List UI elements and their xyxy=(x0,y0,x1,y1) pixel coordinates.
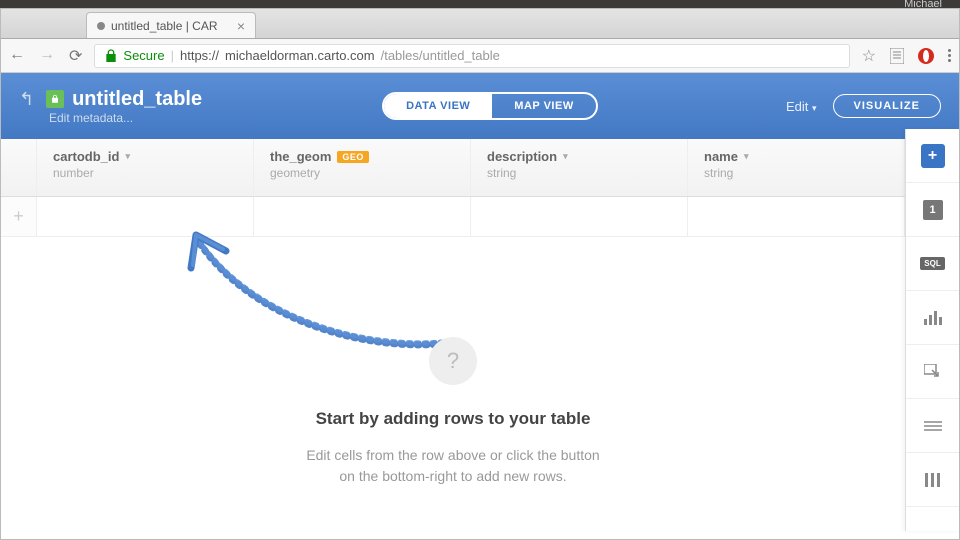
add-row-button[interactable]: + xyxy=(1,197,37,236)
column-header[interactable]: description▾ string xyxy=(471,139,688,196)
desktop-menubar: Michael xyxy=(0,0,960,8)
legends-button[interactable] xyxy=(906,399,959,453)
addr-bar-right: ☆ xyxy=(862,46,951,66)
map-view-button[interactable]: MAP VIEW xyxy=(492,94,595,118)
url-scheme: https:// xyxy=(180,48,219,63)
close-tab-icon[interactable]: × xyxy=(237,18,245,34)
browser-window: untitled_table | CAR × ← → ⟳ Secure | ht… xyxy=(0,8,960,540)
table-cell[interactable] xyxy=(688,197,905,236)
row-gutter xyxy=(1,139,37,196)
browser-menu-icon[interactable] xyxy=(948,49,951,62)
view-toggle: DATA VIEW MAP VIEW xyxy=(382,92,598,120)
infowindow-button[interactable] xyxy=(906,345,959,399)
column-headers: cartodb_id▾ number the_geomGEO geometry … xyxy=(1,139,905,197)
filters-button[interactable] xyxy=(906,453,959,507)
table-area: cartodb_id▾ number the_geomGEO geometry … xyxy=(1,139,905,531)
reload-button[interactable]: ⟳ xyxy=(69,46,82,66)
sort-caret-icon: ▾ xyxy=(744,151,749,162)
wizard-button[interactable] xyxy=(906,291,959,345)
edit-dropdown[interactable]: Edit ▾ xyxy=(786,99,817,114)
table-cell[interactable] xyxy=(471,197,688,236)
privacy-badge-icon xyxy=(46,90,64,108)
bookmark-icon[interactable]: ☆ xyxy=(862,46,876,66)
secure-label: Secure xyxy=(123,48,164,63)
forward-button: → xyxy=(39,46,55,66)
address-bar: ← → ⟳ Secure | https://michaeldorman.car… xyxy=(1,39,959,73)
app-back-icon[interactable]: ↰ xyxy=(19,89,34,110)
tab-title: untitled_table | CAR xyxy=(111,19,218,33)
add-layer-button[interactable]: + xyxy=(921,144,945,168)
sql-button[interactable]: SQL xyxy=(906,237,959,291)
sort-caret-icon: ▾ xyxy=(563,151,568,162)
browser-tab[interactable]: untitled_table | CAR × xyxy=(86,12,256,38)
column-header[interactable]: cartodb_id▾ number xyxy=(37,139,254,196)
table-title: untitled_table xyxy=(72,88,202,111)
visualize-button[interactable]: VISUALIZE xyxy=(833,94,941,118)
back-button[interactable]: ← xyxy=(9,46,25,66)
url-path: /tables/untitled_table xyxy=(381,48,500,63)
data-view-button[interactable]: DATA VIEW xyxy=(384,94,492,118)
secure-indicator: Secure xyxy=(103,48,164,64)
empty-title: Start by adding rows to your table xyxy=(1,409,905,429)
geo-badge: GEO xyxy=(337,151,369,163)
app-header: ↰ untitled_table Edit metadata... DATA V… xyxy=(1,73,959,139)
url-field[interactable]: Secure | https://michaeldorman.carto.com… xyxy=(94,44,849,68)
empty-state: ? Start by adding rows to your table Edi… xyxy=(1,337,905,487)
lock-icon xyxy=(103,48,119,64)
reader-icon[interactable] xyxy=(890,48,904,64)
content-area: cartodb_id▾ number the_geomGEO geometry … xyxy=(1,139,959,531)
empty-description: Edit cells from the row above or click t… xyxy=(1,445,905,487)
url-host: michaeldorman.carto.com xyxy=(225,48,375,63)
table-cell[interactable] xyxy=(254,197,471,236)
nav-buttons: ← → ⟳ xyxy=(9,46,82,66)
sort-caret-icon: ▾ xyxy=(125,151,130,162)
help-icon: ? xyxy=(429,337,477,385)
edit-metadata-link[interactable]: Edit metadata... xyxy=(49,111,202,125)
column-header[interactable]: the_geomGEO geometry xyxy=(254,139,471,196)
tab-strip: untitled_table | CAR × xyxy=(1,9,959,39)
table-cell[interactable] xyxy=(37,197,254,236)
layer-indicator[interactable]: 1 xyxy=(906,183,959,237)
rail-item: + xyxy=(906,129,959,183)
table-row: + xyxy=(1,197,905,237)
favicon-icon xyxy=(97,22,105,30)
column-header[interactable]: name▾ string xyxy=(688,139,905,196)
opera-icon[interactable] xyxy=(918,48,934,64)
chevron-down-icon: ▾ xyxy=(812,103,817,113)
side-rail: + 1 SQL xyxy=(905,129,959,531)
